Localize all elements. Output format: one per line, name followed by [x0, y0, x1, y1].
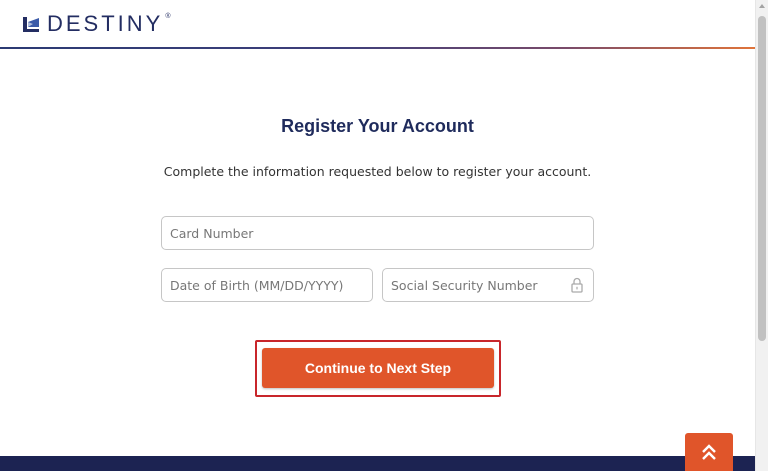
- date-of-birth-input[interactable]: [161, 268, 373, 302]
- page-title: Register Your Account: [281, 116, 474, 136]
- page-scrollbar[interactable]: [755, 0, 768, 471]
- double-chevron-up-icon: [702, 444, 716, 460]
- back-to-top-button[interactable]: [685, 433, 733, 471]
- footer-band: [0, 456, 755, 471]
- continue-button[interactable]: Continue to Next Step: [262, 348, 494, 388]
- form-instructions: Complete the information requested below…: [163, 164, 592, 179]
- scroll-thumb[interactable]: [758, 16, 766, 341]
- destiny-logo-mark-icon: [23, 17, 39, 32]
- brand-name: DESTINY: [47, 11, 164, 36]
- ssn-input[interactable]: [382, 268, 594, 302]
- card-number-input[interactable]: [161, 216, 594, 250]
- ssn-field-wrapper: [382, 268, 594, 302]
- registered-mark: ®: [165, 12, 171, 20]
- destiny-logo[interactable]: DESTINY ®: [22, 11, 171, 37]
- header-divider: [0, 47, 755, 49]
- site-header: DESTINY ®: [0, 0, 755, 49]
- scroll-up-arrow-icon[interactable]: [759, 4, 765, 8]
- lock-icon: [571, 277, 583, 293]
